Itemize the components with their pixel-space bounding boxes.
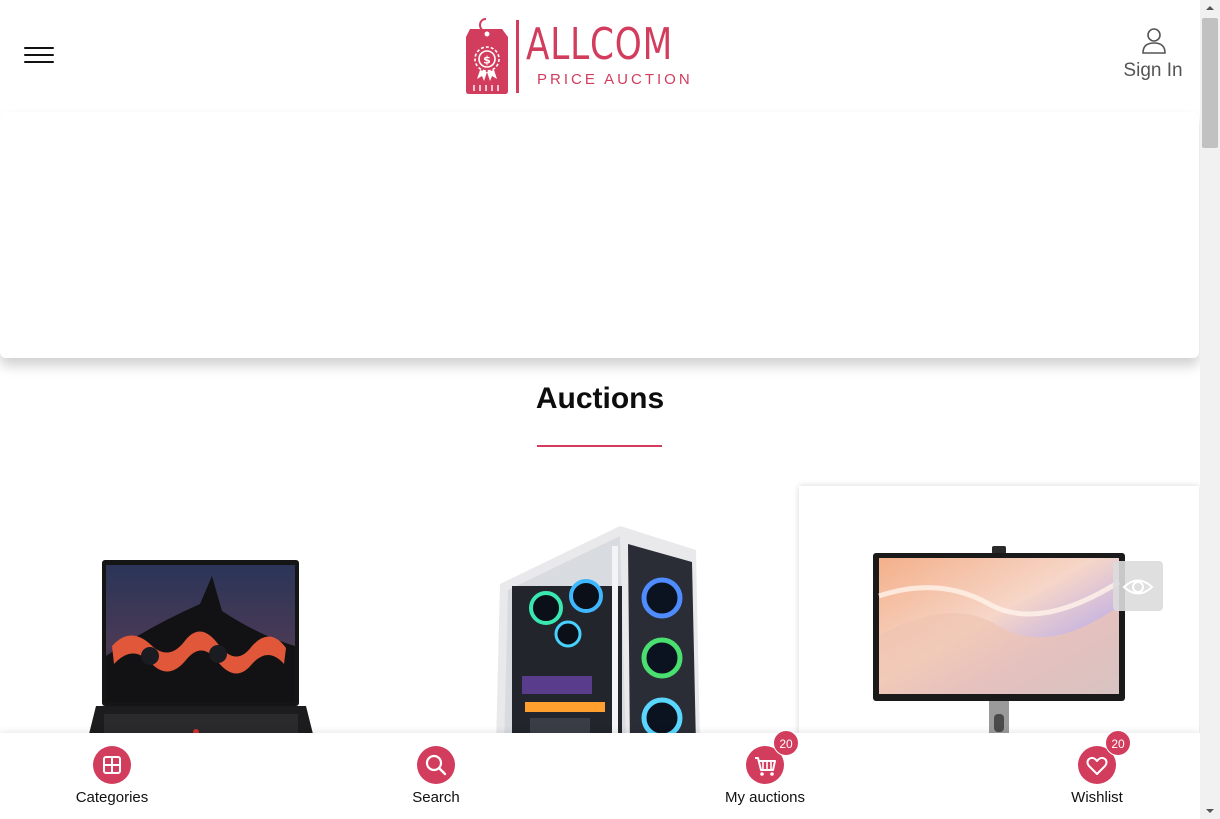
logo-divider [516,20,519,93]
bottom-navigation: Categories Search 20 My auctions 20 Wish… [0,730,1200,819]
product-card-monitor[interactable] [799,486,1199,746]
menu-icon[interactable] [22,44,56,68]
user-icon [1142,28,1166,54]
nav-categories-label: Categories [75,789,149,806]
brand-name: ALLCOM [526,19,673,70]
nav-my-auctions-label: My auctions [724,789,806,806]
gaming-pc-image [496,526,700,746]
wishlist-count-badge: 20 [1105,730,1131,756]
my-auctions-count-badge: 20 [773,730,799,756]
section-title: Auctions [535,382,665,415]
section-title-underline [537,445,662,447]
site-header: $ ALLCOM PRICE AUCTION Sign In [0,0,1200,112]
product-card-laptop[interactable] [0,486,400,746]
nav-my-auctions[interactable]: 20 My auctions [715,730,815,819]
product-card-gaming-pc[interactable] [400,486,800,746]
categories-icon [93,746,131,784]
scrollbar-thumb[interactable] [1202,18,1218,148]
price-tag-icon: $ [466,18,508,94]
page-scrollbar[interactable] [1200,0,1220,819]
search-icon [417,746,455,784]
nav-wishlist-label: Wishlist [1071,789,1123,806]
scroll-down-arrow-icon[interactable] [1200,803,1220,819]
brand-tagline: PRICE AUCTION [537,71,693,88]
page: $ ALLCOM PRICE AUCTION Sign In Auctions [0,0,1200,819]
nav-search[interactable]: Search [386,733,486,819]
nav-categories[interactable]: Categories [62,733,162,819]
nav-wishlist[interactable]: 20 Wishlist [1047,730,1147,819]
quick-view-button[interactable] [1113,561,1163,611]
hero-banner [0,112,1199,358]
brand-logo[interactable]: $ ALLCOM PRICE AUCTION [464,17,724,97]
scroll-up-arrow-icon[interactable] [1200,0,1220,16]
laptop-image [86,560,316,746]
nav-search-label: Search [412,789,460,806]
sign-in-label: Sign In [1123,60,1183,81]
sign-in-button[interactable]: Sign In [1118,24,1188,88]
monitor-image [873,546,1125,746]
eye-icon [1122,579,1154,595]
svg-text:$: $ [483,54,491,67]
